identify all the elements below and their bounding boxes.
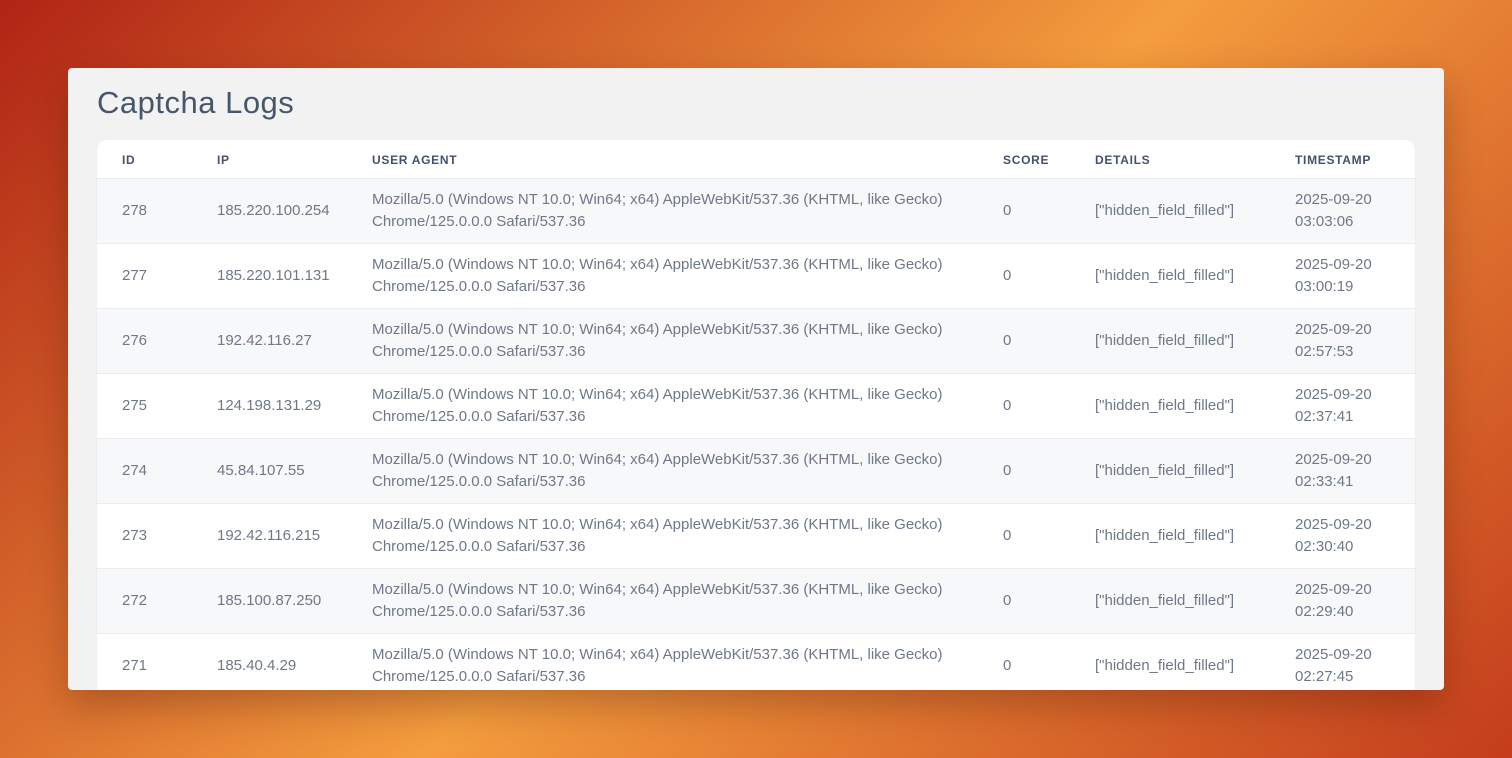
cell-score: 0 [978, 633, 1070, 690]
cell-score: 0 [978, 308, 1070, 373]
table-row: 275124.198.131.29Mozilla/5.0 (Windows NT… [97, 373, 1415, 438]
logs-table-container: ID IP USER AGENT SCORE DETAILS TIMESTAMP… [97, 140, 1415, 690]
cell-ip: 185.220.101.131 [192, 243, 347, 308]
cell-score: 0 [978, 568, 1070, 633]
cell-details: ["hidden_field_filled"] [1070, 178, 1270, 243]
column-header-details: DETAILS [1070, 140, 1270, 178]
cell-user-agent: Mozilla/5.0 (Windows NT 10.0; Win64; x64… [347, 178, 978, 243]
cell-timestamp: 2025-09-20 02:57:53 [1270, 308, 1415, 373]
cell-details: ["hidden_field_filled"] [1070, 503, 1270, 568]
cell-score: 0 [978, 243, 1070, 308]
column-header-ip: IP [192, 140, 347, 178]
cell-timestamp: 2025-09-20 02:30:40 [1270, 503, 1415, 568]
table-row: 271185.40.4.29Mozilla/5.0 (Windows NT 10… [97, 633, 1415, 690]
page-title: Captcha Logs [68, 68, 1444, 140]
cell-id: 272 [97, 568, 192, 633]
cell-user-agent: Mozilla/5.0 (Windows NT 10.0; Win64; x64… [347, 568, 978, 633]
cell-user-agent: Mozilla/5.0 (Windows NT 10.0; Win64; x64… [347, 243, 978, 308]
cell-user-agent: Mozilla/5.0 (Windows NT 10.0; Win64; x64… [347, 633, 978, 690]
cell-ip: 124.198.131.29 [192, 373, 347, 438]
cell-score: 0 [978, 178, 1070, 243]
table-row: 278185.220.100.254Mozilla/5.0 (Windows N… [97, 178, 1415, 243]
cell-id: 275 [97, 373, 192, 438]
cell-details: ["hidden_field_filled"] [1070, 308, 1270, 373]
cell-timestamp: 2025-09-20 02:29:40 [1270, 568, 1415, 633]
table-row: 273192.42.116.215Mozilla/5.0 (Windows NT… [97, 503, 1415, 568]
cell-details: ["hidden_field_filled"] [1070, 438, 1270, 503]
cell-score: 0 [978, 373, 1070, 438]
logs-table: ID IP USER AGENT SCORE DETAILS TIMESTAMP… [97, 140, 1415, 690]
table-row: 272185.100.87.250Mozilla/5.0 (Windows NT… [97, 568, 1415, 633]
table-row: 276192.42.116.27Mozilla/5.0 (Windows NT … [97, 308, 1415, 373]
cell-details: ["hidden_field_filled"] [1070, 568, 1270, 633]
cell-id: 277 [97, 243, 192, 308]
table-row: 277185.220.101.131Mozilla/5.0 (Windows N… [97, 243, 1415, 308]
cell-timestamp: 2025-09-20 03:00:19 [1270, 243, 1415, 308]
cell-id: 274 [97, 438, 192, 503]
cell-timestamp: 2025-09-20 02:33:41 [1270, 438, 1415, 503]
column-header-score: SCORE [978, 140, 1070, 178]
column-header-user-agent: USER AGENT [347, 140, 978, 178]
cell-details: ["hidden_field_filled"] [1070, 373, 1270, 438]
cell-timestamp: 2025-09-20 03:03:06 [1270, 178, 1415, 243]
cell-id: 273 [97, 503, 192, 568]
cell-ip: 45.84.107.55 [192, 438, 347, 503]
cell-score: 0 [978, 438, 1070, 503]
table-body: 278185.220.100.254Mozilla/5.0 (Windows N… [97, 178, 1415, 690]
cell-ip: 185.40.4.29 [192, 633, 347, 690]
cell-id: 276 [97, 308, 192, 373]
cell-ip: 185.100.87.250 [192, 568, 347, 633]
cell-ip: 185.220.100.254 [192, 178, 347, 243]
cell-user-agent: Mozilla/5.0 (Windows NT 10.0; Win64; x64… [347, 373, 978, 438]
captcha-logs-card: Captcha Logs ID IP USER AGENT SCORE DETA… [68, 68, 1444, 690]
cell-ip: 192.42.116.27 [192, 308, 347, 373]
table-row: 27445.84.107.55Mozilla/5.0 (Windows NT 1… [97, 438, 1415, 503]
cell-timestamp: 2025-09-20 02:27:45 [1270, 633, 1415, 690]
column-header-timestamp: TIMESTAMP [1270, 140, 1415, 178]
cell-user-agent: Mozilla/5.0 (Windows NT 10.0; Win64; x64… [347, 503, 978, 568]
table-header: ID IP USER AGENT SCORE DETAILS TIMESTAMP [97, 140, 1415, 178]
cell-user-agent: Mozilla/5.0 (Windows NT 10.0; Win64; x64… [347, 308, 978, 373]
cell-score: 0 [978, 503, 1070, 568]
column-header-id: ID [97, 140, 192, 178]
cell-timestamp: 2025-09-20 02:37:41 [1270, 373, 1415, 438]
cell-details: ["hidden_field_filled"] [1070, 633, 1270, 690]
cell-user-agent: Mozilla/5.0 (Windows NT 10.0; Win64; x64… [347, 438, 978, 503]
cell-ip: 192.42.116.215 [192, 503, 347, 568]
cell-id: 278 [97, 178, 192, 243]
table-header-row: ID IP USER AGENT SCORE DETAILS TIMESTAMP [97, 140, 1415, 178]
cell-id: 271 [97, 633, 192, 690]
cell-details: ["hidden_field_filled"] [1070, 243, 1270, 308]
